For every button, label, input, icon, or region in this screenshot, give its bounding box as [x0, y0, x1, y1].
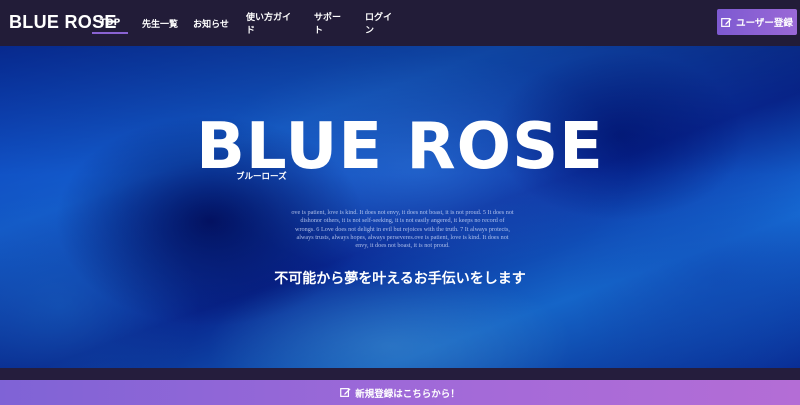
hero-subtitle: ブルーローズ [236, 172, 287, 182]
user-register-label: ユーザー登録 [736, 18, 793, 29]
nav-item-teachers[interactable]: 先生一覧 [142, 0, 178, 46]
site-header: BLUE ROSE TOP 先生一覧 お知らせ 使い方ガイド サポート ログイン… [0, 0, 800, 46]
nav-item-login[interactable]: ログイン [365, 0, 399, 46]
bottom-divider [0, 368, 800, 380]
nav-item-top[interactable]: TOP [92, 0, 128, 46]
nav-item-support[interactable]: サポート [314, 0, 348, 46]
nav-item-news[interactable]: お知らせ [193, 0, 229, 46]
edit-icon [340, 388, 351, 397]
hero-section: BLUE ROSE ブルーローズ ove is patient, love is… [0, 46, 800, 368]
hero-background [0, 46, 800, 368]
edit-icon [721, 17, 732, 27]
main-nav: TOP 先生一覧 お知らせ 使い方ガイド サポート ログイン [92, 0, 399, 46]
signup-banner-button[interactable]: 新規登録はこちらから！ [0, 380, 800, 405]
hero-tagline: 不可能から夢を叶えるお手伝いをします [274, 271, 526, 287]
user-register-button[interactable]: ユーザー登録 [717, 9, 797, 35]
hero-quote: ove is patient, love is kind. It does no… [291, 209, 514, 250]
nav-item-guide[interactable]: 使い方ガイド [246, 0, 296, 46]
hero-title: BLUE ROSE [196, 110, 604, 184]
signup-label: 新規登録はこちらから！ [355, 388, 460, 400]
